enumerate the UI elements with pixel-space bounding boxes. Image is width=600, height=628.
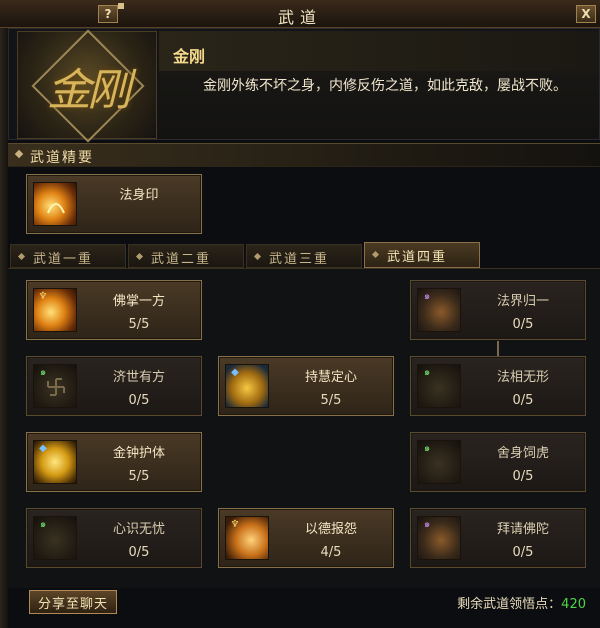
- tab-label: 武道二重: [151, 252, 212, 267]
- skill-name: 持慧定心: [304, 370, 357, 385]
- window-title: 武道: [277, 8, 322, 27]
- skill-card-jinzhong[interactable]: ◆ 金钟护体 5/5: [26, 432, 202, 492]
- skill-name: 金钟护体: [112, 446, 165, 461]
- tab-dot-icon: [371, 250, 380, 259]
- points-label: 剩余武道领悟点：: [457, 597, 562, 612]
- skill-level: 0/5: [512, 545, 534, 560]
- skill-name: 佛掌一方: [112, 294, 165, 309]
- tab-label: 武道四重: [387, 250, 448, 265]
- tier-tabs: 武道一重 武道二重 武道三重 武道四重: [10, 242, 600, 268]
- section-label: 武道精要: [30, 150, 94, 166]
- skill-connector-line: [497, 341, 499, 357]
- skill-level: 0/5: [128, 393, 150, 408]
- tier-badge-icon: ๑: [423, 291, 431, 302]
- tab-tier-2[interactable]: 武道二重: [128, 244, 244, 268]
- skill-card-baiqing[interactable]: ๑ 拜请佛陀 0/5: [410, 508, 586, 568]
- skill-level: 0/5: [128, 545, 150, 560]
- style-description: 金刚外练不坏之身，内修反伤之道，如此克敌，屡战不败。: [203, 78, 567, 94]
- skill-card-faxiang[interactable]: ๑ 法相无形 0/5: [410, 356, 586, 416]
- virtue-return-icon: ♆: [225, 516, 269, 560]
- tier-badge-icon: ๑: [423, 443, 431, 454]
- skill-level: 5/5: [128, 469, 150, 484]
- remaining-points: 剩余武道领悟点：420: [457, 593, 586, 612]
- dharma-form-icon: ๑: [417, 364, 461, 408]
- title-bar: ? 武道 X: [0, 0, 600, 28]
- close-button[interactable]: X: [576, 5, 596, 23]
- mind-calm-icon: ๑: [33, 516, 77, 560]
- skill-name: 心识无忧: [112, 522, 165, 537]
- tier-badge-icon: ๑: [423, 367, 431, 378]
- skill-card-fozhang[interactable]: ♆ 佛掌一方 5/5: [26, 280, 202, 340]
- skill-card-fajie[interactable]: ๑ 法界归一 0/5: [410, 280, 586, 340]
- skill-level: 5/5: [128, 317, 150, 332]
- tab-tier-1[interactable]: 武道一重: [10, 244, 126, 268]
- tier-badge-icon: ◆: [39, 443, 47, 454]
- dharma-realm-icon: ๑: [417, 288, 461, 332]
- skill-card-sheshen[interactable]: ๑ 舍身饲虎 0/5: [410, 432, 586, 492]
- golden-bell-icon: ◆: [33, 440, 77, 484]
- skill-card-jishi[interactable]: ๑ 济世有方 0/5: [26, 356, 202, 416]
- palm-strike-icon: ♆: [33, 288, 77, 332]
- skill-level: 4/5: [320, 545, 342, 560]
- section-header: 武道精要: [8, 143, 600, 167]
- skill-level: 0/5: [512, 393, 534, 408]
- buddha-invoke-icon: ๑: [417, 516, 461, 560]
- skill-name: 法相无形: [496, 370, 549, 385]
- tab-dot-icon: [253, 252, 262, 261]
- points-value: 420: [561, 597, 586, 612]
- swastika-shape: [47, 378, 65, 396]
- skill-level: 0/5: [512, 317, 534, 332]
- style-header: 金刚 金刚 金刚外练不坏之身，内修反伤之道，如此克敌，屡战不败。: [8, 28, 600, 143]
- fire-palm-shape: [47, 203, 65, 214]
- tab-tier-4[interactable]: 武道四重: [364, 242, 480, 268]
- tab-tier-3[interactable]: 武道三重: [246, 244, 362, 268]
- skill-level: 5/5: [320, 393, 342, 408]
- skill-name: 以德报怨: [304, 522, 357, 537]
- tiger-sacrifice-icon: ๑: [417, 440, 461, 484]
- tab-label: 武道一重: [33, 252, 94, 267]
- skill-level: 0/5: [512, 469, 534, 484]
- style-name: 金刚: [173, 47, 206, 66]
- fire-palm-icon: [33, 182, 77, 226]
- skill-name: 济世有方: [112, 370, 165, 385]
- style-info: 金刚 金刚外练不坏之身，内修反伤之道，如此克敌，屡战不败。: [159, 31, 599, 139]
- emblem-calligraphy: 金刚: [47, 65, 131, 116]
- section-bullet-icon: [14, 149, 24, 159]
- tab-dot-icon: [135, 252, 144, 261]
- skill-name: 舍身饲虎: [496, 446, 549, 461]
- style-emblem: 金刚: [17, 29, 157, 143]
- essence-skill-card[interactable]: 法身印: [26, 174, 202, 234]
- tier-badge-icon: ๑: [39, 519, 47, 530]
- tab-label: 武道三重: [269, 252, 330, 267]
- skill-card-chihui[interactable]: ◆ 持慧定心 5/5: [218, 356, 394, 416]
- wisdom-figure-icon: ◆: [225, 364, 269, 408]
- skill-name: 法界归一: [496, 294, 549, 309]
- skill-card-xinshi[interactable]: ๑ 心识无忧 0/5: [26, 508, 202, 568]
- tier-badge-icon: ♆: [230, 519, 240, 530]
- style-name-band: [159, 31, 599, 71]
- skill-card-yide[interactable]: ♆ 以德报怨 4/5: [218, 508, 394, 568]
- tier-badge-icon: ◆: [231, 367, 239, 378]
- skill-name: 拜请佛陀: [496, 522, 549, 537]
- swastika-icon: ๑: [33, 364, 77, 408]
- tier-badge-icon: ♆: [38, 291, 48, 302]
- share-to-chat-button[interactable]: 分享至聊天: [29, 590, 117, 614]
- tab-dot-icon: [17, 252, 26, 261]
- tier-badge-icon: ๑: [423, 519, 431, 530]
- window-left-frame: [0, 28, 8, 628]
- essence-skill-name: 法身印: [119, 188, 159, 203]
